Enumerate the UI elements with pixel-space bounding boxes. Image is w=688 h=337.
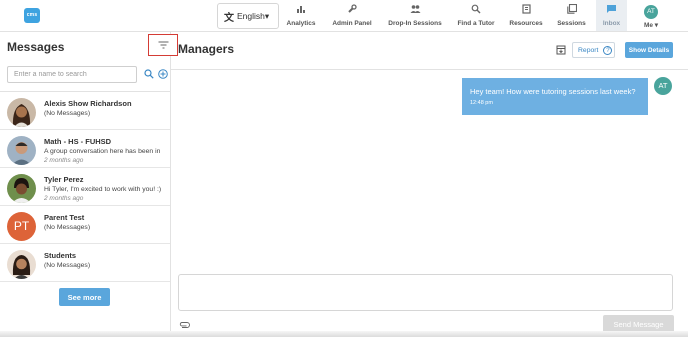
search-input[interactable]	[7, 66, 137, 83]
app-logo[interactable]: cms	[24, 8, 40, 23]
people-icon	[384, 0, 446, 16]
search-icon	[453, 0, 499, 16]
nav-analytics[interactable]: Analytics	[284, 0, 318, 31]
nav-resources[interactable]: Resources	[506, 0, 546, 31]
nav-analytics-label: Analytics	[286, 20, 316, 27]
chevron-down-icon: ▾	[264, 10, 270, 21]
nav-inbox[interactable]: Inbox	[596, 0, 627, 31]
attachment-icon[interactable]	[179, 321, 190, 329]
show-details-button[interactable]: Show Details	[625, 42, 673, 58]
conversation-item[interactable]: Students (No Messages)	[0, 245, 170, 282]
nav-find-a-tutor-label: Find a Tutor	[457, 20, 495, 27]
nav-me[interactable]: AT Me ▾	[636, 0, 666, 31]
bar-chart-icon	[284, 0, 318, 16]
conversation-preview: A group conversation here has been in	[44, 148, 161, 155]
avatar-initials: AT	[644, 5, 658, 19]
conversation-name: Alexis Show Richardson	[44, 99, 132, 108]
add-conversation-icon[interactable]	[158, 69, 168, 79]
conversation-preview: (No Messages)	[44, 110, 91, 117]
window-bottom-edge	[0, 331, 688, 337]
conversation-time: 2 months ago	[44, 157, 84, 164]
chat-icon	[596, 0, 627, 16]
avatar	[7, 174, 36, 203]
conversation-preview: (No Messages)	[44, 224, 91, 231]
library-icon	[553, 0, 590, 16]
nav-admin-panel[interactable]: Admin Panel	[326, 0, 378, 31]
wrench-icon	[326, 0, 378, 16]
language-label: English	[237, 11, 265, 21]
conversation-item[interactable]: Math - HS - FUHSD A group conversation h…	[0, 131, 170, 168]
nav-drop-in-sessions[interactable]: Drop-In Sessions	[384, 0, 446, 31]
nav-sessions[interactable]: Sessions	[553, 0, 590, 31]
chevron-down-icon: ▾	[654, 22, 659, 29]
conversation-name: Tyler Perez	[44, 175, 84, 184]
avatar: PT	[7, 212, 36, 241]
nav-find-a-tutor[interactable]: Find a Tutor	[453, 0, 499, 31]
conversation-panel: Managers Report ? Show Details Hey team!…	[171, 32, 688, 337]
divider	[171, 69, 688, 70]
conversation-preview: (No Messages)	[44, 262, 91, 269]
nav-admin-panel-label: Admin Panel	[332, 20, 372, 27]
report-label: Report	[578, 46, 599, 54]
conversation-time: 2 months ago	[44, 195, 84, 202]
conversation-item[interactable]: Tyler Perez Hi Tyler, I'm excited to wor…	[0, 169, 170, 206]
user-avatar: AT	[636, 0, 666, 19]
conversation-name: Math - HS - FUHSD	[44, 137, 112, 146]
sidebar-title: Messages	[7, 40, 65, 54]
message-input[interactable]	[178, 274, 673, 311]
language-selector[interactable]: 文 English ▾	[217, 3, 279, 29]
nav-inbox-label: Inbox	[602, 20, 621, 27]
archive-icon[interactable]	[556, 45, 566, 55]
message-text: Hey team! How were tutoring sessions las…	[470, 87, 636, 96]
conversation-item[interactable]: PT Parent Test (No Messages)	[0, 207, 170, 244]
message-time: 12:48 pm	[470, 100, 493, 106]
search-icon[interactable]	[144, 69, 154, 79]
messages-sidebar: Messages Alexis Show Richardson (No Mess…	[0, 32, 178, 337]
nav-me-label: Me	[643, 22, 653, 29]
top-navigation-bar: cms 文 English ▾ Analytics Admin Panel Dr…	[0, 0, 688, 32]
conversation-title: Managers	[178, 42, 235, 56]
conversation-item[interactable]: Alexis Show Richardson (No Messages)	[0, 93, 170, 130]
help-icon: ?	[603, 45, 613, 55]
message-bubble: Hey team! How were tutoring sessions las…	[462, 78, 648, 115]
nav-resources-label: Resources	[509, 20, 543, 27]
translate-icon: 文	[224, 12, 234, 24]
conversation-preview: Hi Tyler, I'm excited to work with you! …	[44, 186, 162, 193]
filter-icon	[158, 41, 168, 49]
divider	[0, 91, 170, 92]
conversation-name: Parent Test	[44, 213, 85, 222]
see-more-button[interactable]: See more	[59, 288, 110, 306]
nav-drop-in-sessions-label: Drop-In Sessions	[388, 20, 442, 27]
avatar	[7, 98, 36, 127]
book-icon	[506, 0, 546, 16]
avatar	[7, 250, 36, 279]
report-button[interactable]: Report ?	[572, 42, 615, 58]
avatar	[7, 136, 36, 165]
sender-avatar: AT	[654, 77, 672, 95]
nav-sessions-label: Sessions	[557, 20, 586, 27]
conversation-name: Students	[44, 251, 77, 260]
